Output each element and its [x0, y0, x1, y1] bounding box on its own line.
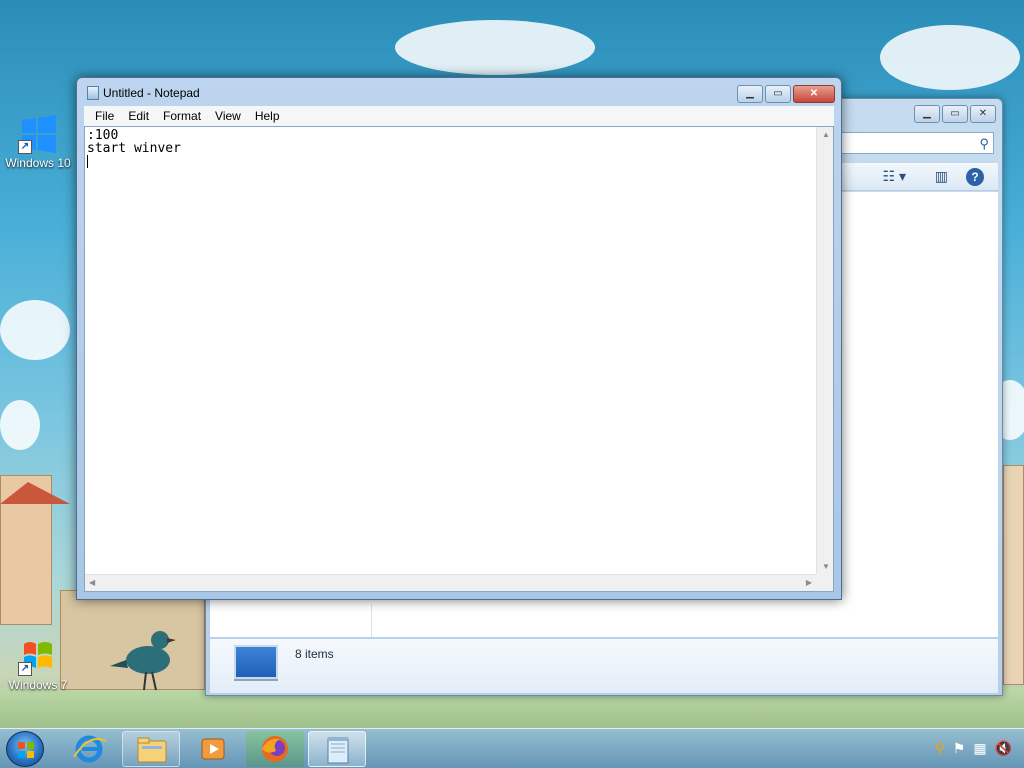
help-icon[interactable]: ?: [966, 168, 984, 186]
search-icon[interactable]: ⚲: [979, 136, 989, 152]
windows7-shortcut-icon: ↗: [18, 636, 58, 676]
taskbar-media-player[interactable]: [184, 731, 242, 767]
cloud: [0, 400, 40, 450]
scrollbar-corner: [816, 574, 833, 591]
horizontal-scrollbar[interactable]: ◀ ▶: [85, 574, 816, 591]
computer-icon: [234, 645, 278, 679]
close-button[interactable]: ✕: [793, 85, 835, 103]
details-pane: 8 items: [210, 639, 998, 693]
desktop-icon-windows10[interactable]: ↗ Windows 10: [3, 114, 73, 170]
bird-illustration: [110, 631, 176, 691]
taskbar-notepad[interactable]: [308, 731, 366, 767]
shortcut-arrow-icon: ↗: [18, 662, 32, 676]
text-line: start winver: [87, 141, 181, 156]
navpane-divider: [371, 604, 372, 637]
vertical-scrollbar[interactable]: ▲ ▼: [816, 127, 833, 574]
menu-file[interactable]: File: [88, 109, 121, 123]
folder-icon: [137, 737, 167, 763]
view-options-icon[interactable]: ☷ ▾: [883, 168, 906, 185]
desktop-icon-label: Windows 7: [8, 678, 68, 692]
explorer-window-controls: ▁ ▭ ✕: [914, 105, 996, 123]
close-button[interactable]: ✕: [970, 105, 996, 123]
start-button[interactable]: [6, 731, 44, 767]
scroll-left-arrow-icon[interactable]: ◀: [89, 578, 95, 587]
menu-edit[interactable]: Edit: [121, 109, 156, 123]
minimize-button[interactable]: ▁: [737, 85, 763, 103]
text-line: :100: [87, 128, 119, 143]
item-count: 8 items: [295, 647, 334, 661]
menu-bar: File Edit Format View Help: [84, 106, 834, 126]
taskbar-internet-explorer[interactable]: [60, 731, 118, 767]
desktop-icon-windows7[interactable]: ↗ Windows 7: [3, 636, 73, 692]
search-tray-icon[interactable]: ⚲: [935, 740, 945, 757]
taskbar-firefox[interactable]: [246, 731, 304, 767]
volume-muted-icon[interactable]: 🔇: [995, 740, 1012, 757]
network-icon[interactable]: ▦: [973, 740, 986, 757]
maximize-button[interactable]: ▭: [942, 105, 968, 123]
internet-explorer-icon: [73, 735, 107, 763]
shortcut-arrow-icon: ↗: [18, 140, 32, 154]
editor-content[interactable]: :100 start winver: [87, 129, 813, 571]
firefox-icon: [262, 736, 288, 762]
preview-pane-icon[interactable]: ▥: [935, 168, 948, 185]
search-input[interactable]: ⚲: [834, 132, 994, 154]
action-center-flag-icon[interactable]: ⚑: [953, 740, 966, 757]
notepad-window[interactable]: Untitled - Notepad ▁ ▭ ✕ File Edit Forma…: [76, 77, 842, 600]
scroll-down-arrow-icon[interactable]: ▼: [822, 562, 830, 571]
media-player-icon: [201, 738, 225, 760]
desktop-icon-label: Windows 10: [5, 156, 71, 170]
system-tray: ⚲ ⚑ ▦ 🔇: [935, 740, 1013, 757]
window-controls: ▁ ▭ ✕: [737, 85, 835, 103]
cloud: [0, 300, 70, 360]
cloud: [880, 25, 1020, 90]
menu-view[interactable]: View: [208, 109, 248, 123]
text-caret: [87, 155, 88, 168]
maximize-button[interactable]: ▭: [765, 85, 791, 103]
titlebar[interactable]: Untitled - Notepad: [87, 86, 200, 100]
house-right: [1003, 465, 1024, 685]
windows10-shortcut-icon: ↗: [18, 114, 58, 154]
taskbar: ⚲ ⚑ ▦ 🔇: [0, 728, 1024, 768]
menu-format[interactable]: Format: [156, 109, 208, 123]
scroll-right-arrow-icon[interactable]: ▶: [806, 578, 812, 587]
notepad-icon: [327, 737, 349, 764]
menu-help[interactable]: Help: [248, 109, 287, 123]
window-title: Untitled - Notepad: [103, 86, 200, 100]
notepad-app-icon[interactable]: [87, 86, 99, 100]
text-editor[interactable]: :100 start winver ▲ ▼ ◀ ▶: [84, 126, 834, 592]
text-cursor-line: [87, 155, 813, 171]
scroll-up-arrow-icon[interactable]: ▲: [822, 130, 830, 139]
windows-logo-icon: [18, 742, 34, 758]
taskbar-file-explorer[interactable]: [122, 731, 180, 767]
cloud: [395, 20, 595, 75]
minimize-button[interactable]: ▁: [914, 105, 940, 123]
